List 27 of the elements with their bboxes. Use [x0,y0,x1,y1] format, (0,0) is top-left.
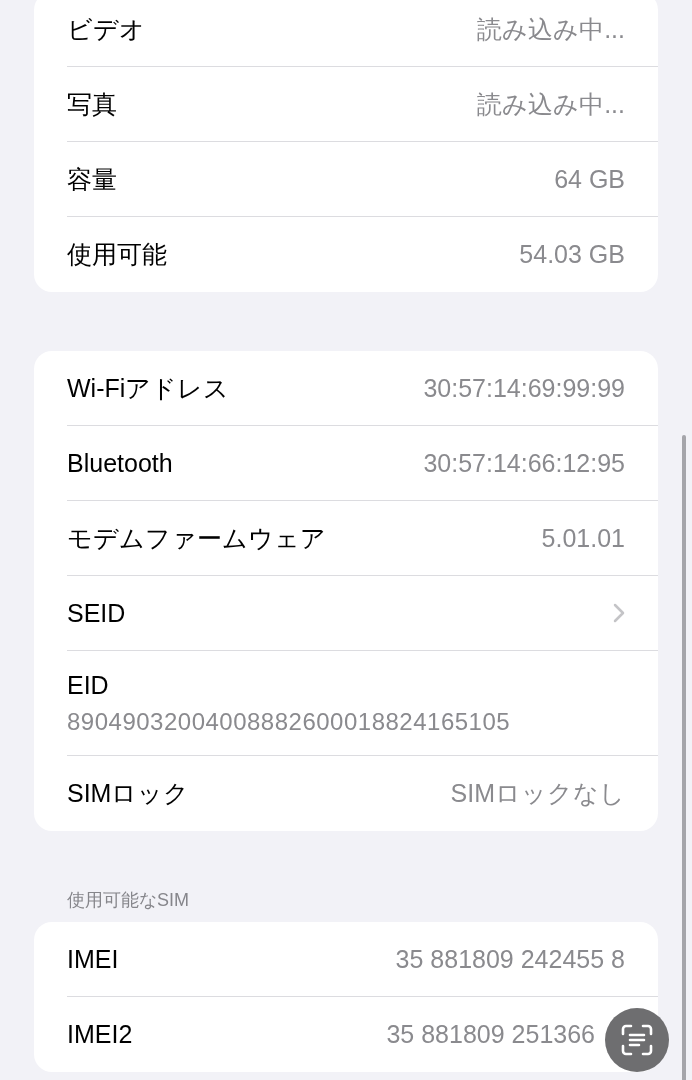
row-label: EID [67,670,109,700]
row-label: Wi-Fiアドレス [67,372,230,404]
row-label: 容量 [67,163,117,195]
row-value: 64 GB [554,164,625,194]
row-value: 読み込み中... [477,13,625,45]
row-label: IMEI [67,944,119,974]
row-value: SIMロックなし [450,778,625,809]
row-label: 使用可能 [67,239,167,270]
row-label[interactable]: SEID [67,598,126,628]
row-value: 5.01.01 [541,523,625,553]
scroll-bar[interactable] [682,435,686,1080]
row-label: IMEI2 [67,1020,133,1049]
text-scan-icon [620,1023,654,1057]
section-header: 使用可能なSIM [67,890,189,910]
row-value: 35 881809 242455 8 [395,944,625,974]
row-label: ビデオ [67,13,145,45]
row-label: SIMロック [67,778,190,809]
row-label: モデムファームウェア [67,522,326,554]
row-label: Bluetooth [67,448,173,478]
row-value: 89049032004008882600018824165105 [67,707,511,736]
row-value: 30:57:14:69:99:99 [423,373,625,403]
chevron-icon[interactable] [613,603,625,623]
row-value: 30:57:14:66:12:95 [423,448,625,478]
row-label: 写真 [67,88,117,120]
row-value: 54.03 GB [519,240,625,269]
row-value: 読み込み中... [477,88,625,120]
row-value: 35 881809 251366 [386,1020,595,1049]
